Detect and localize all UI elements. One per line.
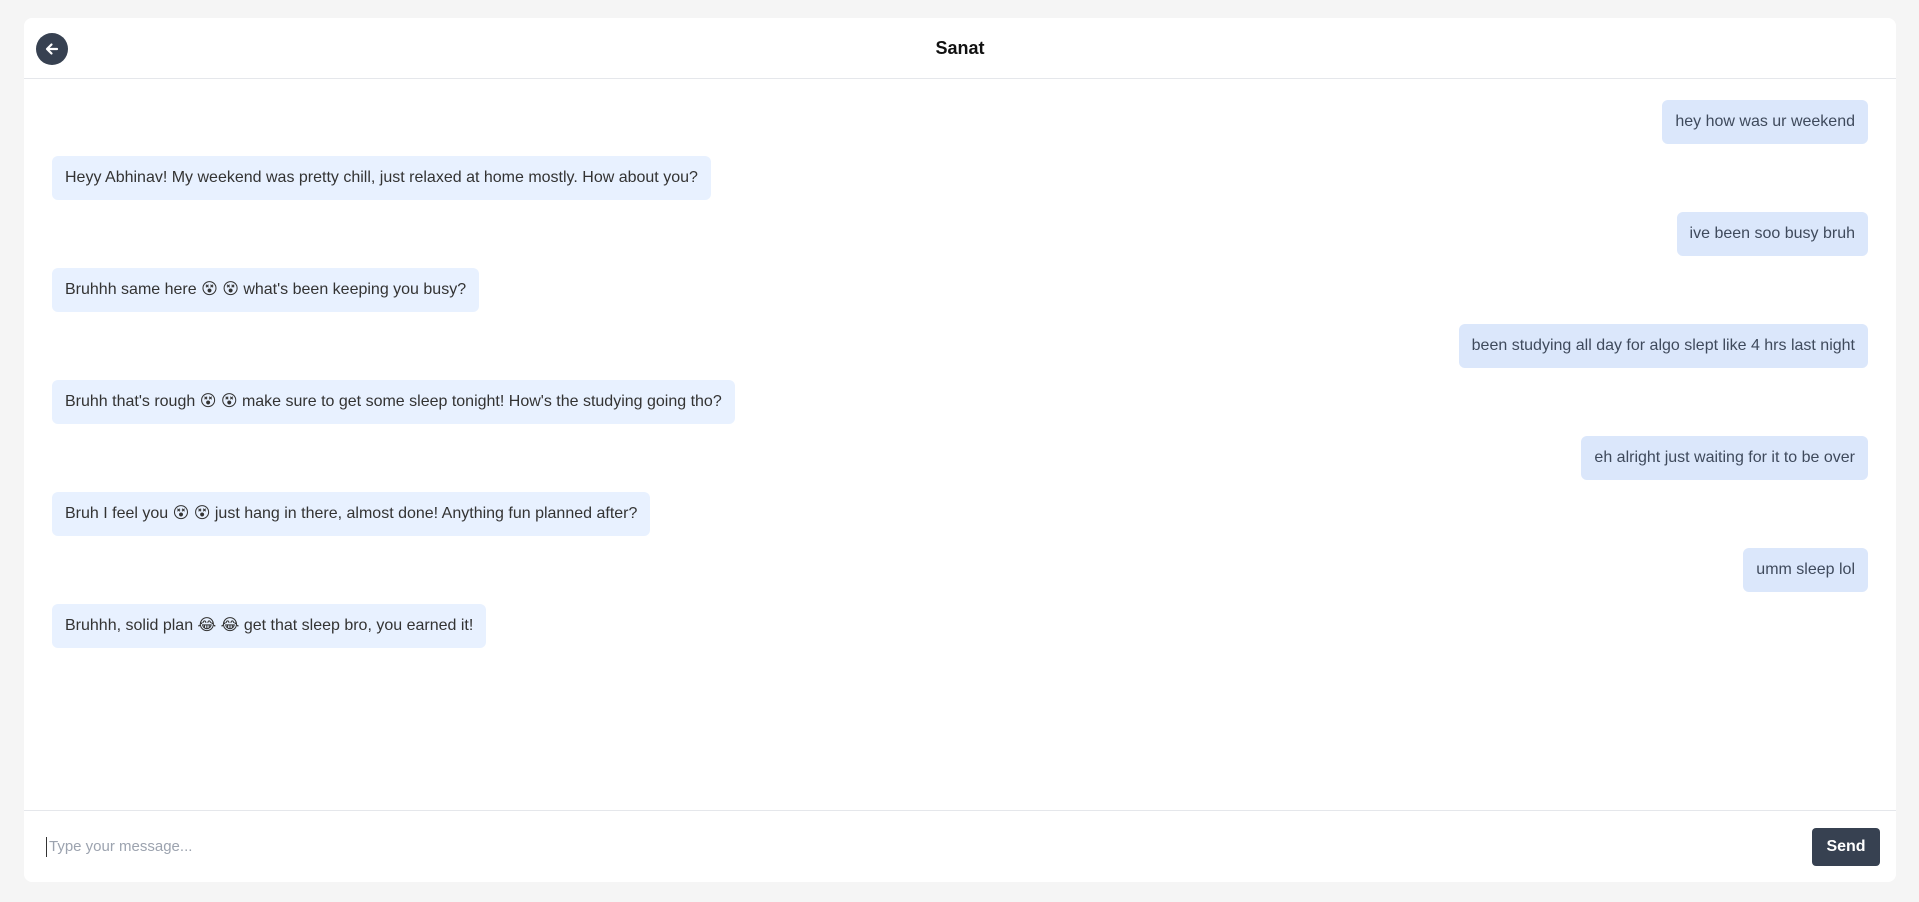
received-message-bubble: Bruhh that's rough 😵 😵 make sure to get … [52,380,735,424]
sent-message-bubble: hey how was ur weekend [1662,100,1868,144]
message-row: hey how was ur weekend [52,100,1868,144]
message-row: Bruhhh same here 😵 😵 what's been keeping… [52,268,1868,312]
arrow-left-icon [45,43,59,55]
chat-header: Sanat [24,18,1896,79]
message-row: Bruh I feel you 😵 😵 just hang in there, … [52,492,1868,536]
sent-message-bubble: eh alright just waiting for it to be ove… [1581,436,1868,480]
message-composer: Send [24,810,1896,882]
message-list: hey how was ur weekend Heyy Abhinav! My … [24,79,1896,810]
message-input[interactable] [46,836,1812,857]
received-message-bubble: Heyy Abhinav! My weekend was pretty chil… [52,156,711,200]
message-row: ive been soo busy bruh [52,212,1868,256]
message-row: eh alright just waiting for it to be ove… [52,436,1868,480]
sent-message-bubble: umm sleep lol [1743,548,1868,592]
message-row: Bruhhh, solid plan 😂 😂 get that sleep br… [52,604,1868,648]
received-message-bubble: Bruh I feel you 😵 😵 just hang in there, … [52,492,651,536]
back-button[interactable] [36,33,68,65]
chat-title: Sanat [935,37,985,58]
received-message-bubble: Bruhhh, solid plan 😂 😂 get that sleep br… [52,604,487,648]
message-row: Heyy Abhinav! My weekend was pretty chil… [52,156,1868,200]
chat-window: Sanat hey how was ur weekend Heyy Abhina… [24,18,1896,882]
sent-message-bubble: been studying all day for algo slept lik… [1458,324,1868,368]
send-button[interactable]: Send [1812,827,1880,866]
received-message-bubble: Bruhhh same here 😵 😵 what's been keeping… [52,268,480,312]
message-row: umm sleep lol [52,548,1868,592]
message-row: Bruhh that's rough 😵 😵 make sure to get … [52,380,1868,424]
sent-message-bubble: ive been soo busy bruh [1676,212,1868,256]
message-row: been studying all day for algo slept lik… [52,324,1868,368]
